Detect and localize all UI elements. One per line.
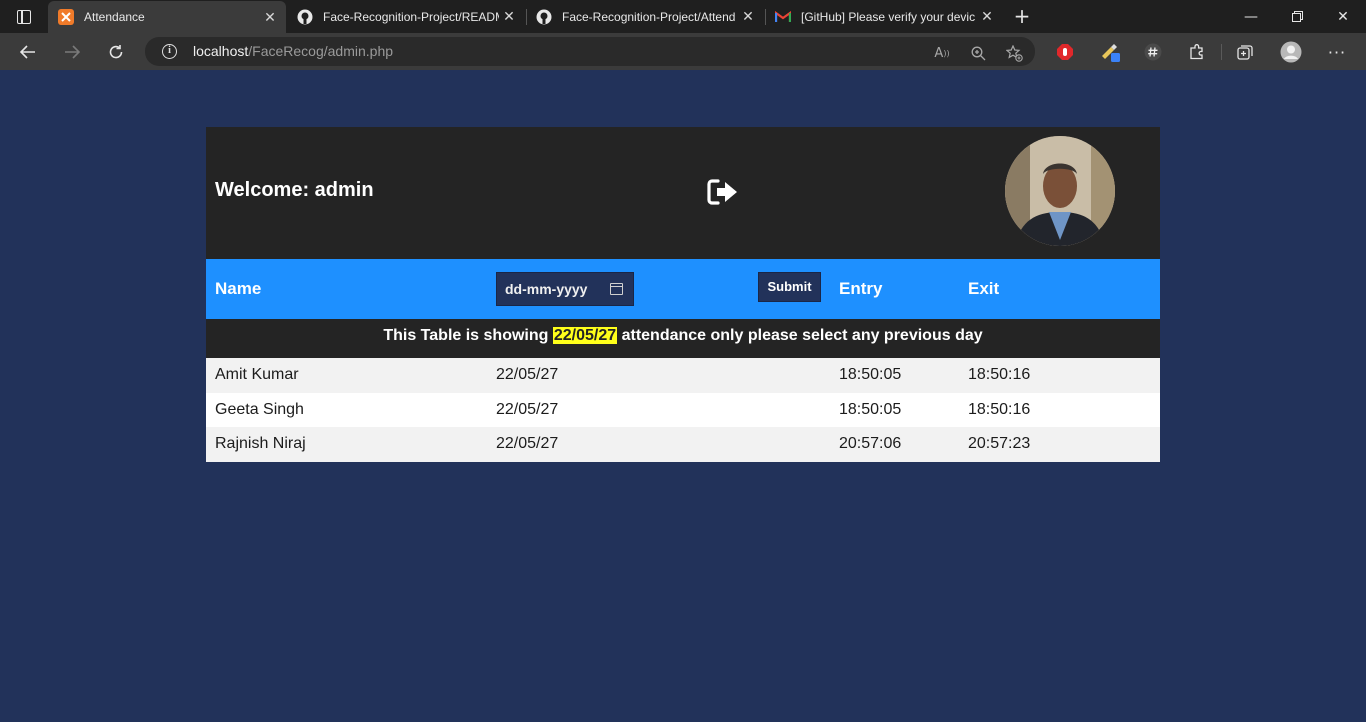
- notice-prefix: This Table is showing: [383, 327, 549, 344]
- profile-avatar-icon[interactable]: [1280, 41, 1302, 63]
- forward-icon[interactable]: [59, 39, 85, 65]
- logout-icon[interactable]: [706, 177, 740, 207]
- close-tab-icon[interactable]: ✕: [738, 8, 758, 25]
- date-notice: This Table is showing 22/05/27 attendanc…: [206, 319, 1160, 358]
- row-date: 22/05/27: [496, 435, 559, 453]
- close-tab-icon[interactable]: ✕: [260, 9, 280, 26]
- notice-date-highlight: 22/05/27: [552, 327, 618, 344]
- url-text[interactable]: localhost/FaceRecog/admin.php: [193, 43, 393, 59]
- adblock-extension-icon[interactable]: [1054, 41, 1076, 63]
- refresh-icon[interactable]: [103, 39, 129, 65]
- tab-attendance[interactable]: Attendance ✕: [48, 1, 286, 33]
- tab-title: Face-Recognition-Project/Attend: [562, 9, 736, 24]
- row-name: Geeta Singh: [215, 400, 304, 418]
- browser-toolbar: i localhost/FaceRecog/admin.php A)) ···: [0, 33, 1366, 70]
- xampp-icon: [58, 9, 74, 25]
- github-icon: [297, 9, 313, 25]
- close-tab-icon[interactable]: ✕: [977, 8, 997, 25]
- filter-header-row: Name dd-mm-yyyy Submit Entry Exit: [206, 259, 1160, 319]
- attendance-panel: Welcome: admin Name dd-mm-yyyy Submit En…: [206, 127, 1160, 463]
- extensions-icon[interactable]: [1186, 41, 1208, 63]
- zoom-icon[interactable]: [969, 44, 987, 62]
- row-date: 22/05/27: [496, 366, 559, 383]
- tab-attendance-repo[interactable]: Face-Recognition-Project/Attend ✕: [526, 0, 764, 33]
- back-icon[interactable]: [15, 39, 41, 65]
- submit-button[interactable]: Submit: [758, 272, 821, 302]
- site-info-icon[interactable]: i: [162, 44, 177, 59]
- more-menu-icon[interactable]: ···: [1326, 41, 1348, 63]
- row-exit-time: 18:50:16: [968, 400, 1031, 418]
- tab-actions-icon[interactable]: [12, 7, 36, 27]
- hashtag-extension-icon[interactable]: [1142, 41, 1164, 63]
- tab-readme[interactable]: Face-Recognition-Project/READM ✕: [287, 0, 525, 33]
- tab-title: [GitHub] Please verify your devic: [801, 9, 976, 24]
- read-aloud-icon[interactable]: A)): [933, 44, 951, 62]
- github-icon: [536, 9, 552, 25]
- close-window-icon[interactable]: ✕: [1320, 0, 1366, 33]
- welcome-text: Welcome: admin: [215, 179, 374, 201]
- row-name: Amit Kumar: [215, 366, 299, 383]
- row-entry-time: 20:57:06: [839, 435, 902, 453]
- admin-header: Welcome: admin: [206, 127, 1160, 259]
- collections-icon[interactable]: [1234, 41, 1256, 63]
- tab-title: Attendance: [84, 10, 145, 24]
- browser-tab-bar: Attendance ✕ Face-Recognition-Project/RE…: [0, 0, 1366, 33]
- row-exit-time: 18:50:16: [968, 366, 1031, 383]
- admin-avatar: [1005, 136, 1115, 246]
- row-entry-time: 18:50:05: [839, 366, 902, 383]
- attendance-table-body: Amit Kumar 22/05/27 18:50:05 18:50:16 Ge…: [206, 358, 1160, 463]
- color-picker-extension-icon[interactable]: [1099, 41, 1121, 63]
- row-entry-time: 18:50:05: [839, 400, 902, 418]
- gmail-icon: [775, 9, 791, 25]
- address-bar[interactable]: i localhost/FaceRecog/admin.php A)): [145, 37, 1035, 66]
- table-row: Amit Kumar 22/05/27 18:50:05 18:50:16: [206, 358, 1160, 393]
- notice-suffix: attendance only please select any previo…: [621, 327, 983, 344]
- table-row: Geeta Singh 22/05/27 18:50:05 18:50:16: [206, 392, 1160, 428]
- date-placeholder: dd-mm-yyyy: [505, 281, 588, 297]
- row-date: 22/05/27: [496, 400, 559, 418]
- name-column-header: Name: [215, 279, 262, 298]
- minimize-icon[interactable]: —: [1228, 0, 1274, 33]
- table-row: Rajnish Niraj 22/05/27 20:57:06 20:57:23: [206, 427, 1160, 463]
- row-name: Rajnish Niraj: [215, 435, 306, 453]
- restore-icon[interactable]: [1274, 0, 1320, 33]
- close-tab-icon[interactable]: ✕: [499, 8, 519, 25]
- add-favorite-icon[interactable]: [1005, 44, 1023, 62]
- tab-title: Face-Recognition-Project/READM: [323, 9, 499, 24]
- new-tab-icon[interactable]: +: [1011, 5, 1033, 27]
- entry-column-header: Entry: [839, 279, 883, 298]
- date-input[interactable]: dd-mm-yyyy: [496, 272, 634, 306]
- exit-column-header: Exit: [968, 279, 1000, 298]
- calendar-icon[interactable]: [610, 283, 623, 295]
- tab-gmail[interactable]: [GitHub] Please verify your devic ✕: [765, 0, 1003, 33]
- row-exit-time: 20:57:23: [968, 435, 1031, 453]
